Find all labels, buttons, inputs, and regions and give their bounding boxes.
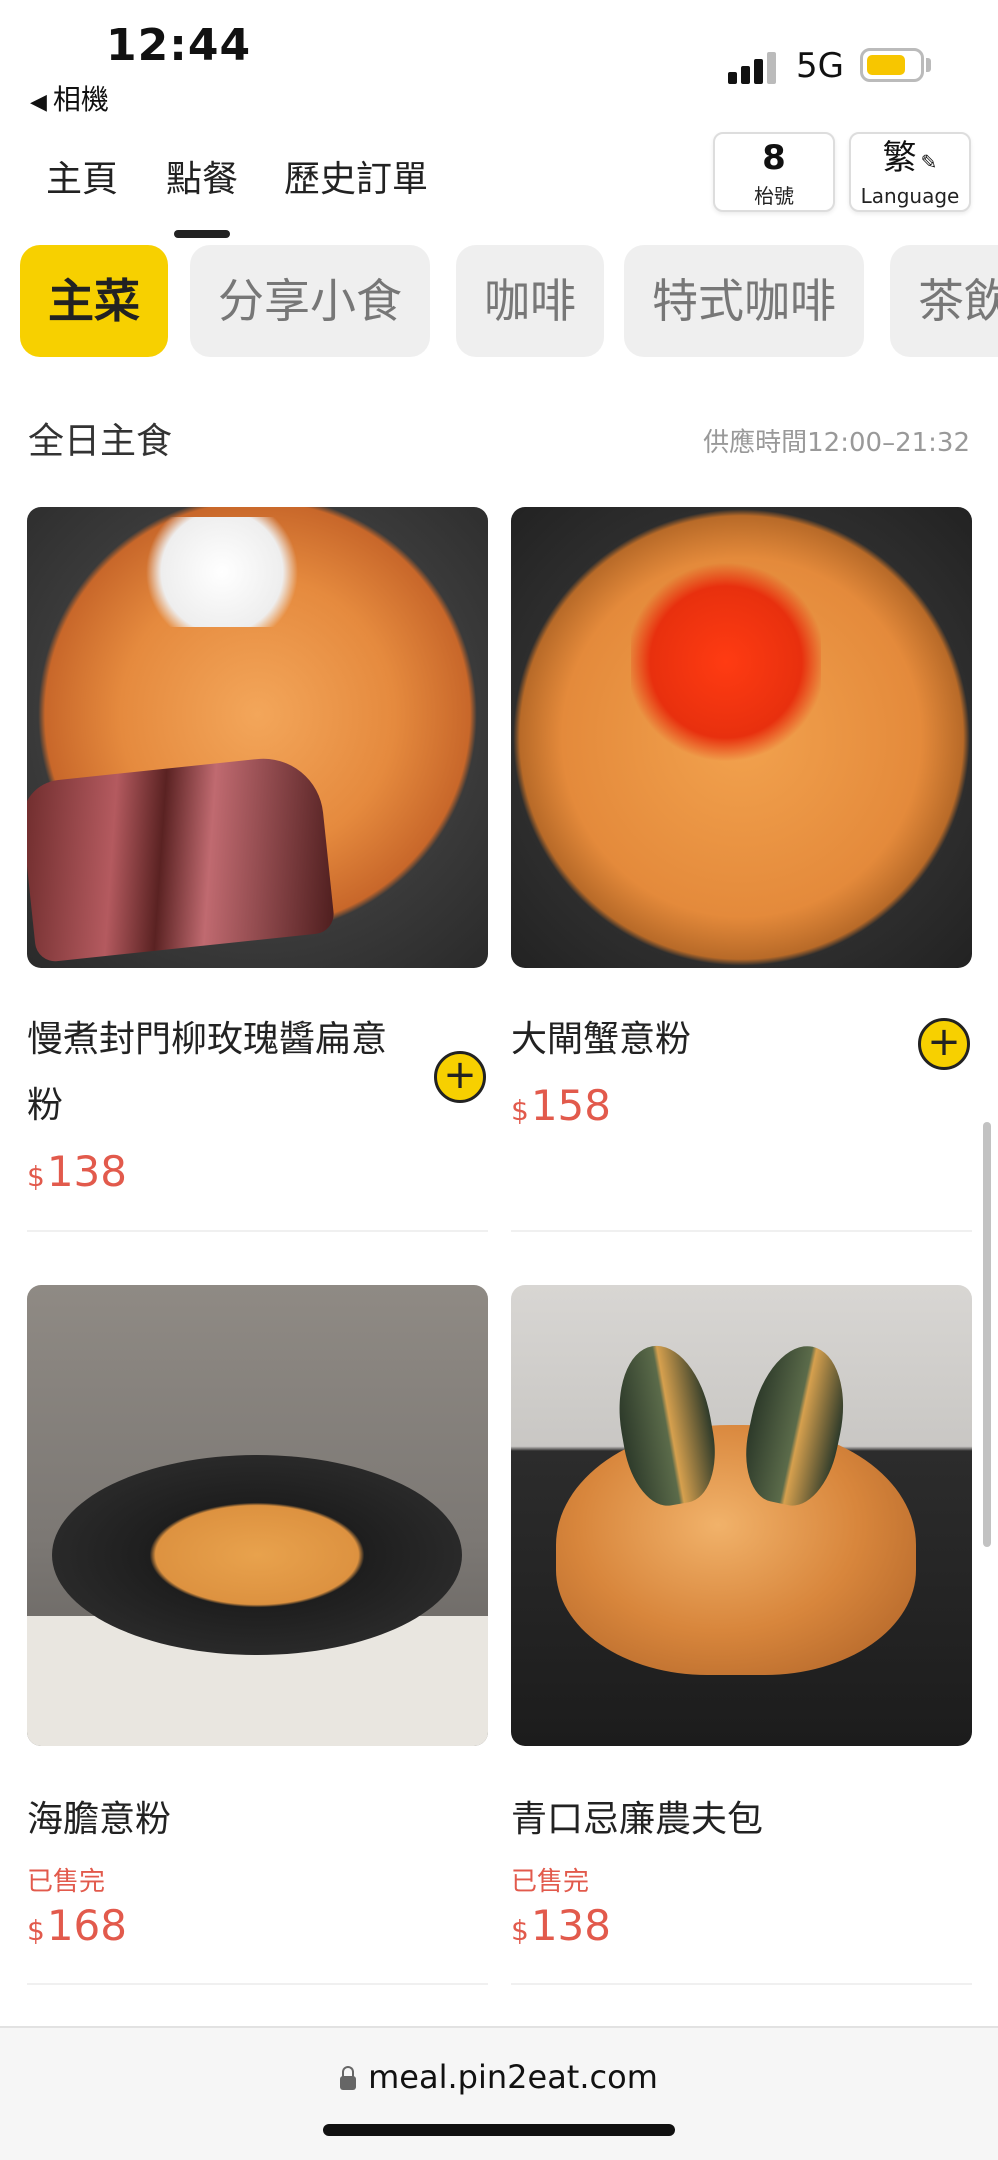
price-value: 138 xyxy=(530,1901,611,1950)
status-bar: 12:44 ◀ 相機 5G xyxy=(0,0,998,120)
battery-tip xyxy=(926,58,931,72)
category-sharing-snacks[interactable]: 分享小食 xyxy=(190,245,430,357)
category-special-coffee[interactable]: 特式咖啡 xyxy=(624,245,864,357)
product-name-line2: 粉 xyxy=(27,1085,64,1126)
divider xyxy=(27,1983,488,1985)
product-image[interactable] xyxy=(27,1285,488,1746)
product-price: $158 xyxy=(511,1081,611,1130)
price-currency: $ xyxy=(511,1914,529,1947)
category-tea[interactable]: 茶飲 xyxy=(890,245,998,357)
add-to-cart-button[interactable]: + xyxy=(434,1051,486,1103)
product-price: $138 xyxy=(27,1147,127,1196)
divider xyxy=(511,1983,972,1985)
category-main-dishes[interactable]: 主菜 xyxy=(20,245,168,357)
clock: 12:44 xyxy=(106,20,252,71)
category-bar: 主菜 分享小食 咖啡 特式咖啡 茶飲 xyxy=(0,245,998,360)
price-value: 158 xyxy=(530,1081,611,1130)
product-price: $168 xyxy=(27,1901,127,1950)
product-name: 大閘蟹意粉 xyxy=(511,1019,692,1060)
table-number-label: 枱號 xyxy=(754,184,794,208)
section-title: 全日主食 xyxy=(28,421,173,462)
price-currency: $ xyxy=(511,1094,529,1127)
category-coffee[interactable]: 咖啡 xyxy=(456,245,604,357)
price-value: 168 xyxy=(46,1901,127,1950)
product-image[interactable] xyxy=(511,507,972,968)
browser-address-bar[interactable]: meal.pin2eat.com xyxy=(0,2026,998,2160)
divider xyxy=(27,1230,488,1232)
add-to-cart-button[interactable]: + xyxy=(918,1018,970,1070)
price-value: 138 xyxy=(46,1147,127,1196)
signal-icon xyxy=(728,48,778,84)
product-name: 青口忌廉農夫包 xyxy=(511,1799,764,1840)
back-to-app-link[interactable]: ◀ 相機 xyxy=(30,78,109,118)
back-arrow-icon: ◀ xyxy=(30,90,47,115)
top-navigation: 主頁 點餐 歷史訂單 8 枱號 繁 ✎ Language xyxy=(0,130,998,238)
product-card[interactable]: 海膽意粉 已售完 $168 xyxy=(27,1285,488,1985)
scrollbar[interactable] xyxy=(983,1122,991,1547)
product-image[interactable] xyxy=(27,507,488,968)
url-text: meal.pin2eat.com xyxy=(368,2058,658,2096)
table-number: 8 xyxy=(762,138,786,178)
product-card[interactable]: 慢煮封門柳玫瑰醬扁意 粉 $138 + xyxy=(27,507,488,1232)
product-price: $138 xyxy=(511,1901,611,1950)
edit-pencil-icon: ✎ xyxy=(920,150,938,174)
price-currency: $ xyxy=(27,1160,45,1193)
language-button[interactable]: 繁 ✎ Language xyxy=(849,132,971,212)
tab-home[interactable]: 主頁 xyxy=(46,150,118,202)
tab-order-history[interactable]: 歷史訂單 xyxy=(284,150,428,202)
sold-out-label: 已售完 xyxy=(27,1867,106,1897)
product-card[interactable]: 大閘蟹意粉 $158 + xyxy=(511,507,972,1232)
language-label: Language xyxy=(860,184,960,208)
url-display[interactable]: meal.pin2eat.com xyxy=(0,2058,998,2096)
table-number-box[interactable]: 8 枱號 xyxy=(713,132,835,212)
product-card[interactable]: 青口忌廉農夫包 已售完 $138 xyxy=(511,1285,972,1985)
product-name: 慢煮封門柳玫瑰醬扁意 xyxy=(27,1019,388,1060)
lock-icon xyxy=(340,2066,357,2090)
network-type: 5G xyxy=(796,46,844,86)
sold-out-label: 已售完 xyxy=(511,1867,590,1897)
section-hours: 供應時間12:00–21:32 xyxy=(703,428,970,458)
divider xyxy=(511,1230,972,1232)
language-char: 繁 xyxy=(882,138,917,178)
back-app-label: 相機 xyxy=(52,83,109,116)
tab-order[interactable]: 點餐 xyxy=(166,150,238,238)
product-image[interactable] xyxy=(511,1285,972,1746)
battery-icon xyxy=(860,48,924,82)
home-indicator[interactable] xyxy=(323,2124,675,2136)
product-name: 海膽意粉 xyxy=(27,1799,172,1840)
price-currency: $ xyxy=(27,1914,45,1947)
